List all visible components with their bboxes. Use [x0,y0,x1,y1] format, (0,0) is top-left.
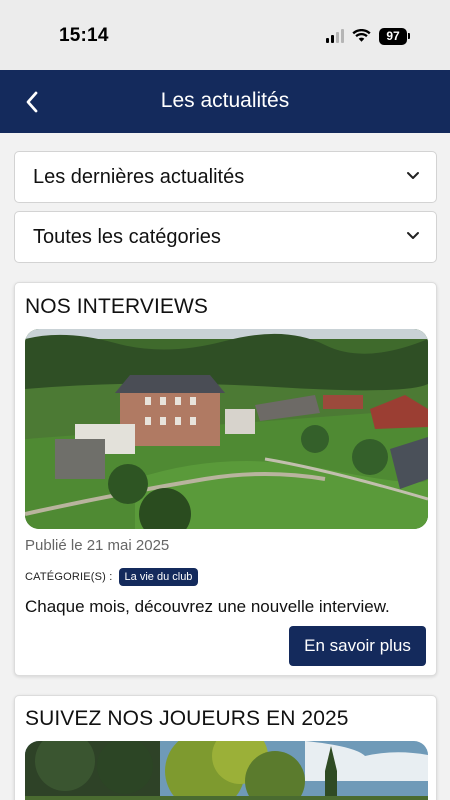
article-categories: CATÉGORIE(S) : La vie du club [25,568,199,586]
article-image[interactable] [25,741,428,800]
category-dropdown[interactable]: Toutes les catégories [14,211,437,263]
page-title: Les actualités [160,89,290,112]
status-time: 15:14 [59,25,109,46]
article-card: NOS INTERVIEWS Publié le 21 mai 2025 CAT… [14,282,437,676]
sort-dropdown[interactable]: Les dernières actualités [14,151,437,203]
article-card: SUIVEZ NOS JOUEURS EN 2025 [14,695,437,800]
category-badge[interactable]: La vie du club [118,568,199,586]
app-header: Les actualités [0,70,450,133]
golf-club-aerial-photo [25,329,428,529]
wifi-icon [352,29,371,42]
article-title: SUIVEZ NOS JOUEURS EN 2025 [25,707,349,730]
article-title: NOS INTERVIEWS [25,295,209,318]
read-more-button[interactable]: En savoir plus [289,626,426,666]
category-dropdown-label: Toutes les catégories [33,225,221,248]
battery-icon: 97 [379,27,410,45]
chevron-down-icon [407,172,419,179]
status-bar: 15:14 97 [0,0,450,70]
sort-dropdown-label: Les dernières actualités [33,165,245,188]
article-date: Publié le 21 mai 2025 [25,537,170,554]
article-image[interactable] [25,329,428,529]
status-icons: 97 [326,27,410,45]
category-prefix: CATÉGORIE(S) : [25,571,113,583]
cellular-signal-icon [326,29,344,43]
article-description: Chaque mois, découvrez une nouvelle inte… [25,597,390,616]
chevron-down-icon [407,232,419,239]
battery-level: 97 [379,27,407,45]
players-outdoor-photo [25,741,428,800]
